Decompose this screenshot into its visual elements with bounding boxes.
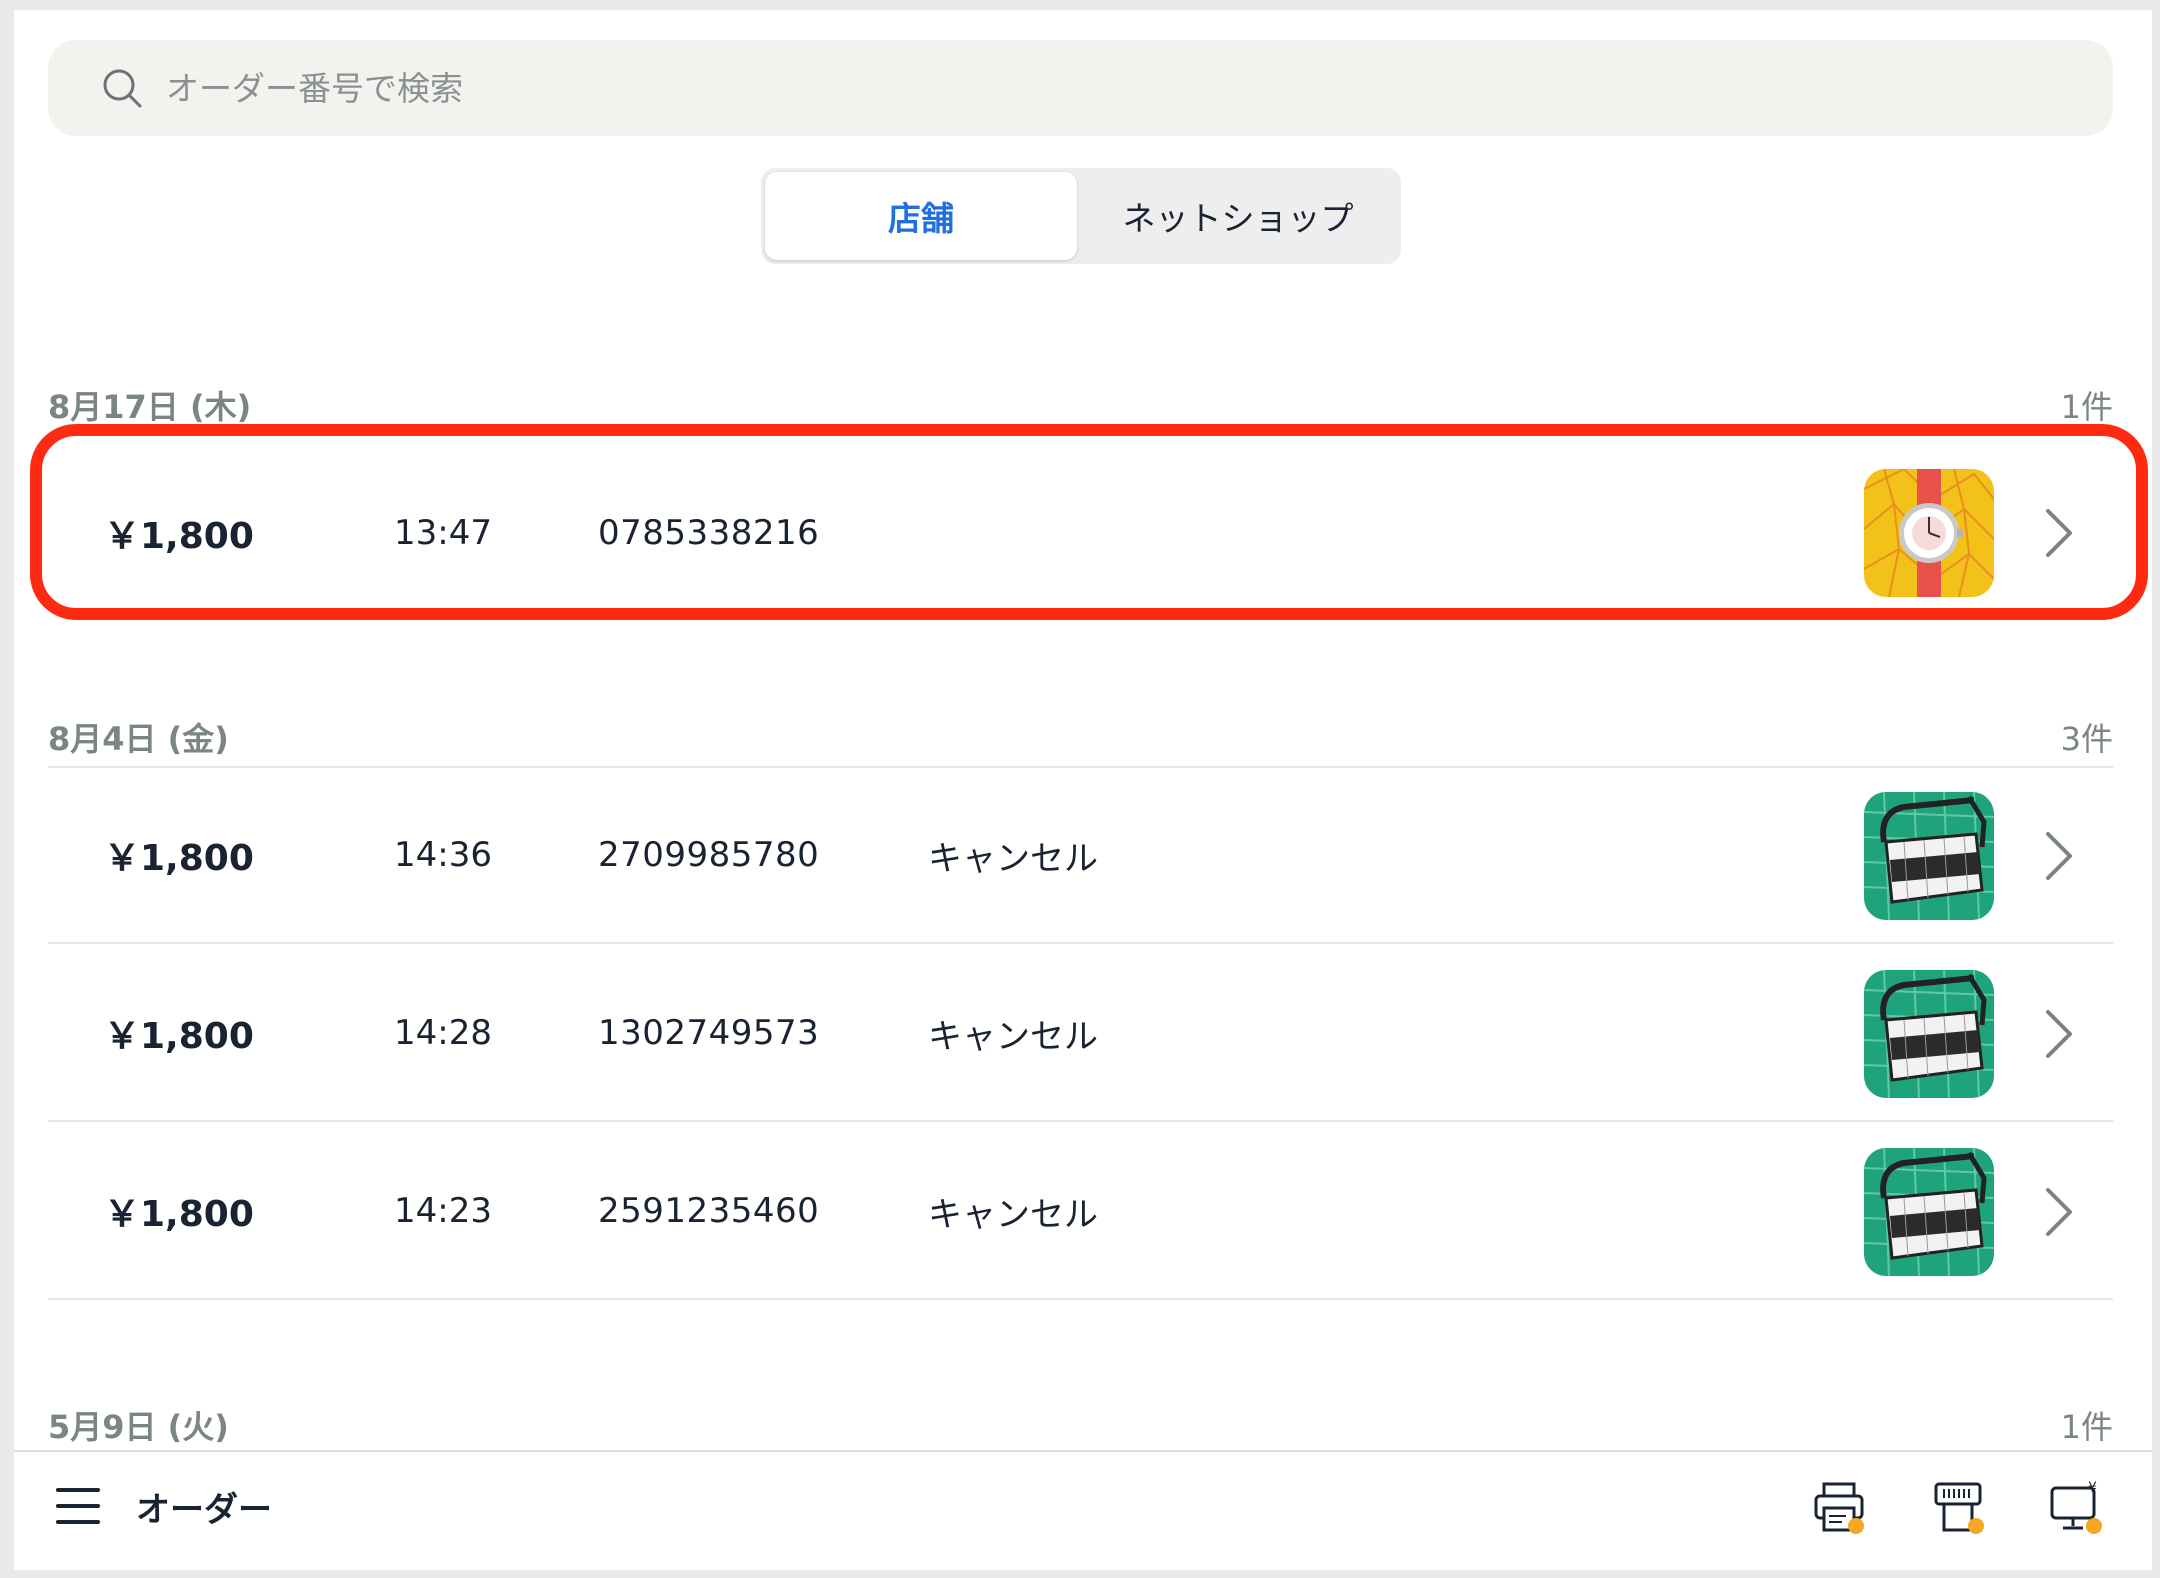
- order-time: 14:23: [394, 1191, 492, 1231]
- bag-thumbnail: [1864, 792, 1994, 920]
- order-time: 14:28: [394, 1013, 492, 1053]
- app-frame: 店舗 ネットショップ 8月17日 (木) 1件 ￥1,800 13:47 078…: [14, 10, 2152, 1570]
- svg-text:¥: ¥: [2088, 1480, 2097, 1496]
- tab-online-shop[interactable]: ネットショップ: [1079, 172, 1397, 260]
- order-time: 13:47: [394, 513, 492, 553]
- order-number: 2591235460: [598, 1191, 820, 1231]
- watch-thumbnail: [1864, 469, 1994, 597]
- order-time: 14:36: [394, 835, 492, 875]
- section-date: 8月4日 (金): [48, 720, 229, 758]
- chevron-right-icon[interactable]: [2038, 1004, 2078, 1064]
- section-header: 5月9日 (火) 1件: [48, 1400, 2113, 1450]
- order-number: 0785338216: [598, 513, 820, 553]
- search-bar[interactable]: [48, 40, 2113, 136]
- section-count: 3件: [2060, 720, 2113, 758]
- order-price: ￥1,800: [104, 1016, 254, 1057]
- section-header: 8月4日 (金) 3件: [48, 712, 2113, 762]
- section-header: 8月17日 (木) 1件: [48, 380, 2113, 430]
- section-count: 1件: [2060, 1408, 2113, 1446]
- chevron-right-icon[interactable]: [2038, 826, 2078, 886]
- order-row[interactable]: ￥1,800 14:28 1302749573 キャンセル: [48, 946, 2113, 1122]
- order-status: キャンセル: [928, 1194, 1098, 1235]
- order-number: 2709985780: [598, 835, 820, 875]
- order-price: ￥1,800: [104, 516, 254, 557]
- order-row[interactable]: ￥1,800 14:23 2591235460 キャンセル: [48, 1124, 2113, 1300]
- chevron-right-icon[interactable]: [2038, 1182, 2078, 1242]
- page-title: オーダー: [136, 1490, 272, 1530]
- chevron-right-icon[interactable]: [2038, 503, 2078, 563]
- order-status: キャンセル: [928, 838, 1098, 879]
- bottom-toolbar: オーダー ¥: [14, 1450, 2152, 1570]
- bag-thumbnail: [1864, 970, 1994, 1098]
- search-input[interactable]: [166, 60, 1966, 116]
- tab-store[interactable]: 店舗: [765, 172, 1077, 260]
- search-icon: [103, 69, 142, 108]
- order-row[interactable]: ￥1,800 13:47 0785338216: [48, 445, 2113, 621]
- bag-thumbnail: [1864, 1148, 1994, 1276]
- order-price: ￥1,800: [104, 1194, 254, 1235]
- section-date: 8月17日 (木): [48, 388, 252, 426]
- section-count: 1件: [2060, 388, 2113, 426]
- order-number: 1302749573: [598, 1013, 820, 1053]
- order-price: ￥1,800: [104, 838, 254, 879]
- cash-register-icon[interactable]: ¥: [2048, 1478, 2108, 1538]
- receipt-printer-icon[interactable]: [1930, 1478, 1990, 1538]
- order-row[interactable]: ￥1,800 14:36 2709985780 キャンセル: [48, 768, 2113, 944]
- order-status: キャンセル: [928, 1016, 1098, 1057]
- channel-segmented-control: 店舗 ネットショップ: [761, 168, 1401, 264]
- hamburger-menu-icon[interactable]: [54, 1484, 102, 1528]
- section-date: 5月9日 (火): [48, 1408, 229, 1446]
- printer-icon[interactable]: [1810, 1478, 1870, 1538]
